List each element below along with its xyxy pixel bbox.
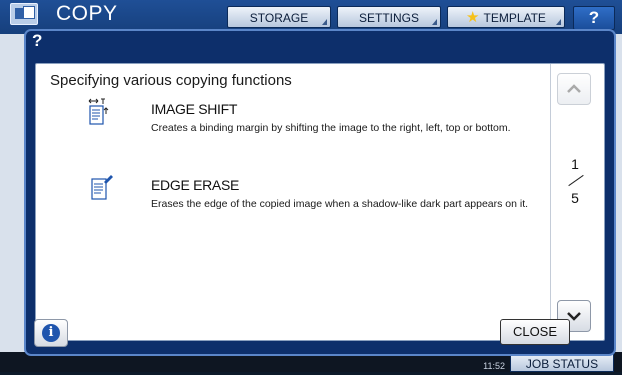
star-icon: ★ <box>466 9 480 26</box>
left-panel-edge <box>0 34 26 364</box>
dialog-title: ? <box>32 31 43 50</box>
close-button[interactable]: CLOSE <box>500 319 570 345</box>
item-title: IMAGE SHIFT <box>151 101 238 117</box>
storage-label: STORAGE <box>249 11 309 25</box>
info-icon: i <box>42 324 60 342</box>
page-divider <box>559 172 591 190</box>
dropdown-indicator-icon <box>432 19 437 25</box>
page-current: 1 <box>571 156 579 172</box>
template-button[interactable]: ★ TEMPLATE <box>447 6 565 28</box>
help-content-panel: Specifying various copying functions IMA… <box>35 63 605 341</box>
page-total: 5 <box>571 190 579 206</box>
clock: 11:52 <box>483 361 505 371</box>
storage-button[interactable]: STORAGE <box>227 6 331 28</box>
scroll-up-button[interactable] <box>557 73 591 105</box>
copy-icon <box>10 3 38 25</box>
item-description: Creates a binding margin by shifting the… <box>151 122 511 134</box>
template-label: TEMPLATE <box>483 11 546 25</box>
image-shift-icon <box>88 98 112 133</box>
item-title: EDGE ERASE <box>151 177 240 193</box>
app-title: COPY <box>56 2 118 25</box>
scroll-divider <box>550 64 551 340</box>
dropdown-indicator-icon <box>556 19 561 25</box>
settings-button[interactable]: SETTINGS <box>337 6 441 28</box>
dropdown-indicator-icon <box>322 19 327 25</box>
info-button[interactable]: i <box>34 319 68 347</box>
help-button[interactable]: ? <box>573 6 615 30</box>
help-heading: Specifying various copying functions <box>50 72 292 89</box>
item-description: Erases the edge of the copied image when… <box>151 198 529 210</box>
chevron-up-icon <box>567 84 581 93</box>
page-indicator: 1 5 <box>559 156 591 206</box>
edge-erase-icon <box>90 174 114 207</box>
help-dialog: ? Specifying various copying functions I… <box>24 29 616 356</box>
settings-label: SETTINGS <box>358 11 419 25</box>
